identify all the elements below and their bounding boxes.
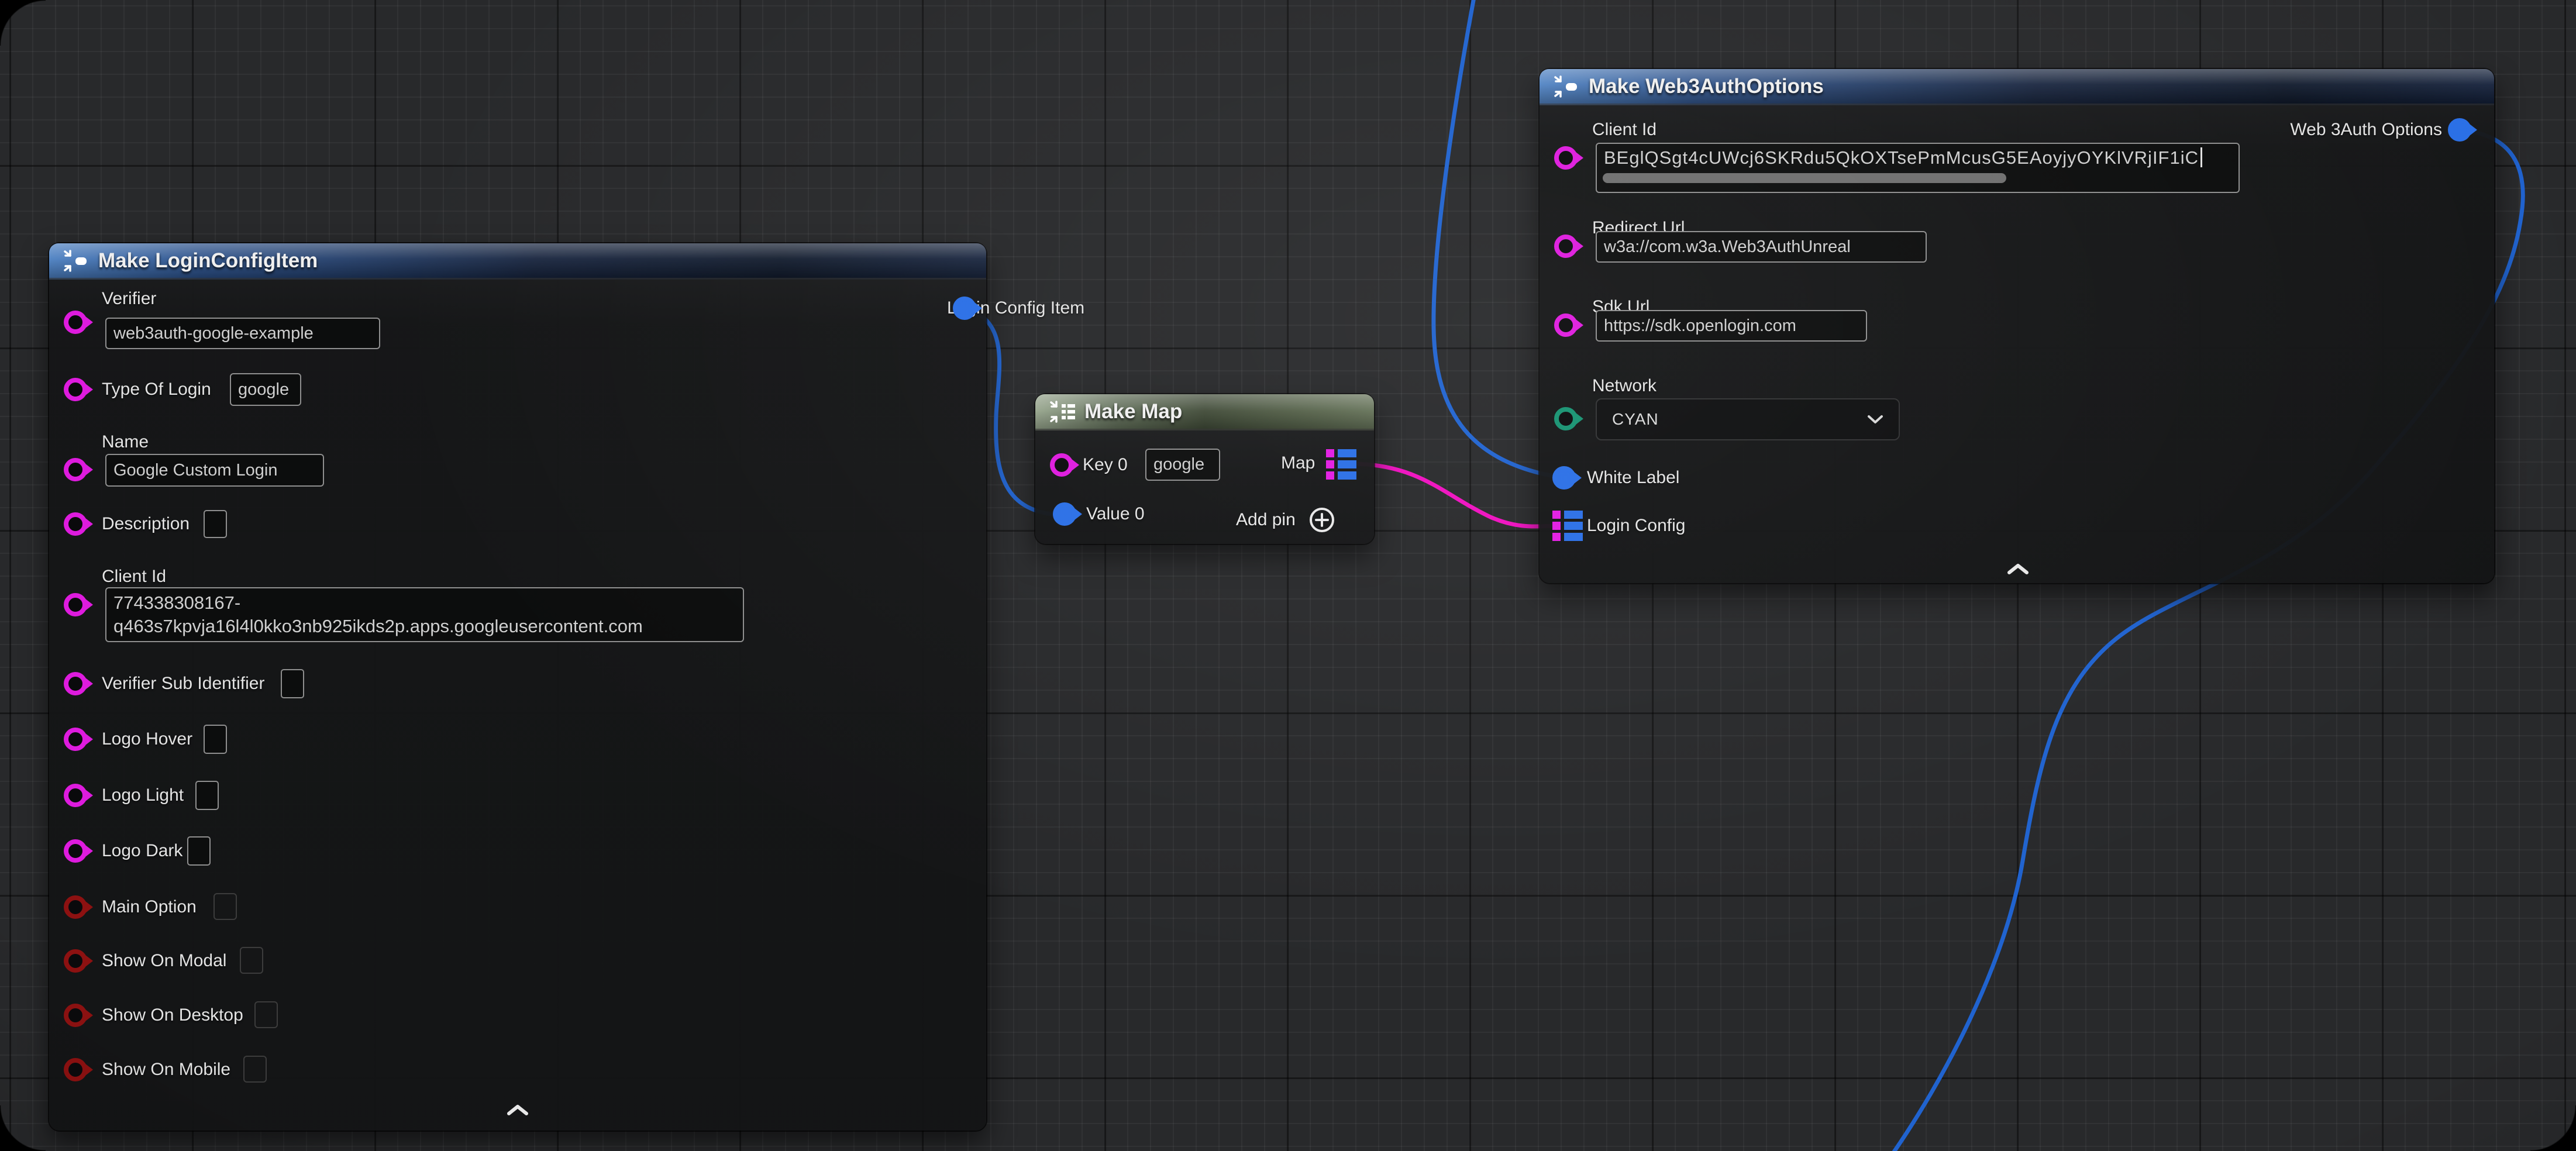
- node-title: Make LoginConfigItem: [98, 249, 318, 273]
- output-pin-web3auth-options[interactable]: [2448, 118, 2471, 142]
- pin-label-logo-dark: Logo Dark: [102, 840, 182, 861]
- sdk-url-input[interactable]: https://sdk.openlogin.com: [1596, 310, 1867, 342]
- pin-type-of-login[interactable]: [64, 378, 87, 401]
- make-struct-icon: [61, 249, 89, 273]
- add-pin-button[interactable]: Add pin: [1236, 506, 1335, 533]
- pin-verifier[interactable]: [64, 311, 87, 334]
- network-selected-value: CYAN: [1612, 410, 1659, 429]
- output-pin-label: Web 3Auth Options: [2290, 119, 2442, 140]
- text-cursor: [2200, 147, 2202, 167]
- node-make-loginconfigitem[interactable]: Make LoginConfigItem Login Config Item V…: [49, 243, 986, 1131]
- verifier-input[interactable]: web3auth-google-example: [105, 318, 380, 349]
- pin-label-logo-light: Logo Light: [102, 785, 184, 806]
- show-on-modal-checkbox[interactable]: [240, 947, 263, 974]
- output-pin-login-config-item[interactable]: [953, 297, 976, 320]
- main-option-checkbox[interactable]: [213, 893, 237, 920]
- pin-show-on-mobile[interactable]: [64, 1058, 87, 1081]
- make-map-icon: [1047, 399, 1075, 424]
- pin-label-value-0: Value 0: [1086, 504, 1145, 525]
- pin-login-config[interactable]: [1552, 511, 1583, 541]
- pin-logo-hover[interactable]: [64, 728, 87, 751]
- pin-white-label[interactable]: [1552, 466, 1576, 490]
- pin-label-show-on-desktop: Show On Desktop: [102, 1005, 243, 1026]
- pin-client-id[interactable]: [64, 593, 87, 616]
- pin-label-logo-hover: Logo Hover: [102, 729, 192, 750]
- pin-label-show-on-mobile: Show On Mobile: [102, 1059, 230, 1080]
- node-header[interactable]: Make LoginConfigItem: [49, 243, 986, 280]
- show-on-mobile-checkbox[interactable]: [243, 1056, 267, 1083]
- pin-redirect-url[interactable]: [1554, 235, 1578, 258]
- chevron-down-icon: [1867, 415, 1883, 425]
- pin-verifier-sub-identifier[interactable]: [64, 672, 87, 695]
- pin-label-login-config: Login Config: [1587, 515, 1685, 536]
- pin-key-0[interactable]: [1050, 453, 1073, 477]
- pin-network[interactable]: [1554, 407, 1578, 430]
- client-id-input[interactable]: BEglQSgt4cUWcj6SKRdu5QkOXTsePmMcusG5EAoy…: [1596, 143, 2240, 193]
- pin-show-on-modal[interactable]: [64, 949, 87, 973]
- pin-label-verifier-sub-identifier: Verifier Sub Identifier: [102, 673, 264, 694]
- pin-description[interactable]: [64, 512, 87, 536]
- network-dropdown[interactable]: CYAN: [1596, 398, 1900, 440]
- logo-dark-input[interactable]: [187, 836, 211, 866]
- node-header[interactable]: Make Map: [1035, 394, 1374, 430]
- verifier-sub-identifier-input[interactable]: [281, 669, 304, 698]
- make-struct-icon: [1551, 74, 1579, 99]
- pin-label-name: Name: [102, 432, 149, 453]
- pin-label-key-0: Key 0: [1083, 454, 1128, 475]
- name-input[interactable]: Google Custom Login: [105, 454, 324, 487]
- pin-sdk-url[interactable]: [1554, 313, 1578, 337]
- pin-label-white-label: White Label: [1587, 467, 1679, 488]
- output-pin-map[interactable]: [1326, 449, 1356, 480]
- output-pin-label: Map: [1281, 453, 1315, 474]
- node-make-map[interactable]: Make Map Key 0 google Value 0 Map Add pi…: [1035, 394, 1374, 544]
- add-pin-label: Add pin: [1236, 510, 1296, 530]
- pin-logo-dark[interactable]: [64, 839, 87, 863]
- logo-light-input[interactable]: [195, 781, 219, 810]
- pin-logo-light[interactable]: [64, 784, 87, 807]
- pin-label-client-id: Client Id: [102, 566, 166, 587]
- pin-main-option[interactable]: [64, 895, 87, 919]
- description-input[interactable]: [204, 510, 227, 538]
- type-of-login-input[interactable]: google: [230, 373, 301, 406]
- pin-label-verifier: Verifier: [102, 288, 156, 309]
- pin-name[interactable]: [64, 458, 87, 481]
- add-pin-plus-icon: [1308, 506, 1335, 533]
- redirect-url-input[interactable]: w3a://com.w3a.Web3AuthUnreal: [1596, 231, 1927, 263]
- show-on-desktop-checkbox[interactable]: [254, 1001, 278, 1028]
- collapse-chevron-icon[interactable]: [2006, 563, 2030, 575]
- node-header[interactable]: Make Web3AuthOptions: [1540, 69, 2494, 105]
- pin-label-client-id: Client Id: [1592, 119, 1657, 140]
- pin-label-network: Network: [1592, 375, 1657, 397]
- pin-show-on-desktop[interactable]: [64, 1004, 87, 1027]
- pin-label-type-of-login: Type Of Login: [102, 379, 211, 400]
- node-title: Make Map: [1084, 400, 1182, 423]
- blueprint-graph-canvas[interactable]: Make LoginConfigItem Login Config Item V…: [0, 0, 2576, 1151]
- client-id-scrollbar[interactable]: [1603, 173, 2006, 183]
- client-id-input[interactable]: 774338308167- q463s7kpvja16l4l0kko3nb925…: [105, 587, 744, 642]
- pin-client-id[interactable]: [1554, 146, 1578, 170]
- pin-label-main-option: Main Option: [102, 897, 197, 918]
- pin-label-description: Description: [102, 514, 190, 535]
- node-title: Make Web3AuthOptions: [1589, 75, 1824, 98]
- node-make-web3authoptions[interactable]: Make Web3AuthOptions Web 3Auth Options C…: [1540, 69, 2494, 583]
- logo-hover-input[interactable]: [204, 725, 227, 754]
- collapse-chevron-icon[interactable]: [506, 1104, 529, 1116]
- pin-value-0[interactable]: [1053, 502, 1076, 526]
- key-0-input[interactable]: google: [1145, 449, 1220, 481]
- pin-label-show-on-modal: Show On Modal: [102, 950, 226, 971]
- wire-map-to-loginconfig[interactable]: [1357, 464, 1557, 526]
